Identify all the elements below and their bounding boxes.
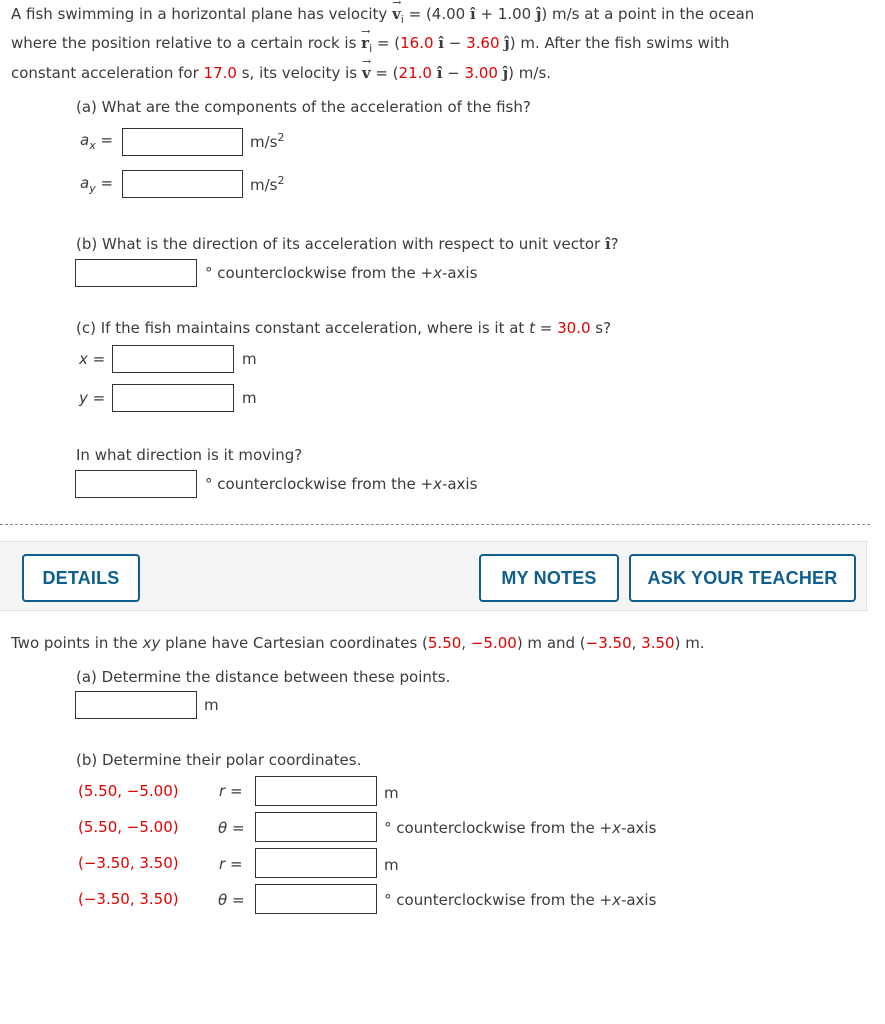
details-button[interactable]: DETAILS <box>22 554 140 602</box>
ax-label: ax = <box>80 131 114 152</box>
polar-row-4-unit: ° counterclockwise from the +x-axis <box>384 891 657 909</box>
velocity-y-value: 3.00 <box>464 64 498 82</box>
polar-row-2-var: θ = <box>218 819 245 837</box>
part-a-question: (a) What are the components of the accel… <box>76 98 531 116</box>
velocity-x-value: 21.0 <box>398 64 432 82</box>
my-notes-button[interactable]: MY NOTES <box>479 554 619 602</box>
question-toolbar: . DETAILS MY NOTES ASK YOUR TEACHER <box>0 541 867 611</box>
point-1-r-input[interactable] <box>255 776 377 806</box>
ask-your-teacher-button[interactable]: ASK YOUR TEACHER <box>629 554 856 602</box>
ay-input[interactable] <box>122 170 243 198</box>
problem-2-part-b-question: (b) Determine their polar coordinates. <box>76 751 362 769</box>
x-position-input[interactable] <box>112 345 234 373</box>
polar-row-1-var: r = <box>219 782 243 800</box>
movement-direction-input[interactable] <box>75 470 197 498</box>
velocity-final-vector: → v <box>361 55 372 82</box>
velocity-initial-vector: → v <box>392 0 402 23</box>
problem-1-intro-line-3: constant acceleration for 17.0 s, its ve… <box>11 55 552 82</box>
polar-row-3-unit: m <box>384 856 399 874</box>
question-divider <box>0 524 870 525</box>
x-label: x = <box>79 350 106 368</box>
x-position-unit: m <box>242 350 257 368</box>
polar-row-4-var: θ = <box>218 891 245 909</box>
position-x-value: 16.0 <box>400 34 434 52</box>
position-y-value: 3.60 <box>466 34 500 52</box>
point-1-theta-input[interactable] <box>255 812 377 842</box>
distance-input[interactable] <box>75 691 197 719</box>
point-2-x: −3.50 <box>585 634 632 652</box>
polar-row-3-var: r = <box>219 855 243 873</box>
acceleration-direction-unit: ° counterclockwise from the +x-axis <box>205 264 478 282</box>
part-c-question: (c) If the fish maintains constant accel… <box>76 319 612 337</box>
ax-input[interactable] <box>122 128 243 156</box>
position-initial-vector: → r <box>361 25 371 52</box>
ay-label: ay = <box>80 174 114 195</box>
point-2-theta-input[interactable] <box>255 884 377 914</box>
time-value: 17.0 <box>203 64 237 82</box>
acceleration-direction-input[interactable] <box>75 259 197 287</box>
part-b-question: (b) What is the direction of its acceler… <box>76 235 619 253</box>
point-2-r-input[interactable] <box>255 848 377 878</box>
polar-row-1-unit: m <box>384 784 399 802</box>
polar-row-3-point: (−3.50, 3.50) <box>78 854 179 872</box>
t-value: 30.0 <box>557 319 591 337</box>
y-label: y = <box>79 389 106 407</box>
y-position-input[interactable] <box>112 384 234 412</box>
ay-unit: m/s2 <box>250 174 285 194</box>
polar-row-4-point: (−3.50, 3.50) <box>78 890 179 908</box>
polar-row-2-point: (5.50, −5.00) <box>78 818 179 836</box>
problem-1-intro-line-1: A fish swimming in a horizontal plane ha… <box>11 0 755 26</box>
movement-direction-unit: ° counterclockwise from the +x-axis <box>205 475 478 493</box>
point-2-y: 3.50 <box>641 634 675 652</box>
direction-question: In what direction is it moving? <box>76 446 303 464</box>
problem-2-intro: Two points in the xy plane have Cartesia… <box>11 634 705 652</box>
point-1-y: −5.00 <box>470 634 517 652</box>
point-1-x: 5.50 <box>427 634 462 652</box>
problem-2-part-a-question: (a) Determine the distance between these… <box>76 668 451 686</box>
distance-unit: m <box>204 696 219 714</box>
polar-row-2-unit: ° counterclockwise from the +x-axis <box>384 819 657 837</box>
polar-row-1-point: (5.50, −5.00) <box>78 782 179 800</box>
ax-unit: m/s2 <box>250 131 285 151</box>
y-position-unit: m <box>242 389 257 407</box>
